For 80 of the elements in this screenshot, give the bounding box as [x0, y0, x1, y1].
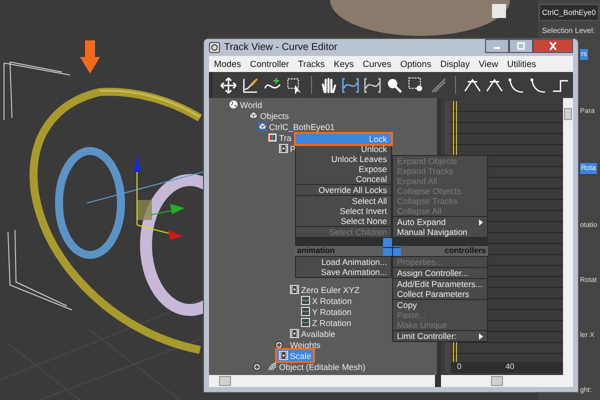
curve-frame-icon[interactable] — [364, 76, 381, 94]
menu-item[interactable]: Tracks — [298, 59, 325, 69]
tree-item[interactable]: Objects — [247, 110, 291, 121]
transform-icon — [268, 133, 277, 142]
ruler-label: 40 — [505, 362, 514, 373]
expand-icon[interactable] — [253, 362, 261, 370]
tree-item[interactable]: Tra — [266, 132, 294, 143]
maximize-icon — [516, 42, 526, 50]
menu-item[interactable]: Override All Locks — [296, 185, 391, 195]
diagonal-line-icon[interactable] — [430, 76, 447, 94]
tangent-icon[interactable] — [486, 76, 503, 94]
menu-item[interactable]: Options — [400, 59, 432, 69]
tree-item[interactable]: P — [277, 143, 298, 154]
hand-icon[interactable] — [320, 76, 337, 94]
menu-item[interactable]: View — [478, 59, 498, 69]
menu-item[interactable]: Display — [440, 59, 470, 69]
tree-item[interactable]: Available — [288, 328, 338, 339]
expand-icon[interactable] — [275, 340, 283, 348]
tree-item[interactable]: X Rotation — [299, 295, 354, 306]
close-icon — [548, 42, 558, 50]
window-title: Track View - Curve Editor — [224, 42, 338, 53]
cube-icon — [249, 111, 258, 120]
menu-item[interactable]: Limit Controller: — [393, 331, 487, 341]
menu-item[interactable]: Auto Expand — [393, 217, 487, 227]
menu-item[interactable]: Manual Navigation — [393, 227, 487, 237]
menu-item[interactable]: Curves — [362, 59, 392, 69]
select-arrow-icon[interactable] — [286, 76, 303, 94]
controller-icon — [279, 351, 288, 360]
menu-item[interactable]: Unlock Leaves — [296, 154, 391, 164]
horizontal-scrollbar[interactable] — [209, 375, 435, 387]
app-icon — [209, 42, 220, 53]
tree-item[interactable]: Z Rotation — [299, 317, 354, 328]
move-keys-icon[interactable] — [220, 76, 237, 94]
annotation-arrow — [80, 40, 100, 74]
close-button[interactable] — [533, 39, 573, 53]
tree-item[interactable]: CtrlC_BothEye01 — [256, 121, 337, 132]
curve-track-icon — [301, 307, 310, 316]
zoom-region-icon[interactable] — [408, 76, 425, 94]
menu-item[interactable]: Unlock — [296, 144, 391, 154]
curve-frame-icon[interactable] — [342, 76, 359, 94]
curve-track-icon — [301, 318, 310, 327]
tree-item[interactable]: World — [227, 99, 264, 110]
mesh-icon — [268, 362, 277, 371]
curve-track-icon — [301, 296, 310, 305]
vertical-scrollbar[interactable] — [563, 98, 573, 375]
menu-item[interactable]: Modes — [214, 59, 242, 69]
tree-item[interactable]: Object (Editable Mesh) — [266, 361, 368, 372]
menu-item[interactable]: Assign Controller... — [393, 268, 487, 278]
controller-icon — [279, 144, 288, 153]
tangent-icon[interactable] — [464, 76, 481, 94]
horizontal-scrollbar[interactable] — [441, 375, 573, 387]
menu-item[interactable]: Utilities — [507, 59, 536, 69]
cube-icon — [258, 122, 267, 131]
menu-item[interactable]: Add/Edit Parameters... — [393, 279, 487, 289]
curve-icon[interactable] — [508, 76, 525, 94]
tree-item[interactable]: Weights — [288, 339, 323, 350]
submenu-arrow-icon — [479, 332, 483, 340]
curve-icon[interactable] — [530, 76, 547, 94]
pencil-curve-icon[interactable] — [242, 76, 259, 94]
menu-item[interactable]: Copy — [393, 300, 487, 310]
tree-item[interactable]: Zero Euler XYZ — [288, 284, 362, 295]
menu-item[interactable]: Save Animation... — [296, 267, 391, 277]
maximize-button[interactable] — [509, 39, 533, 53]
menu-item[interactable]: Keys — [334, 59, 354, 69]
menu-item[interactable]: Select All — [296, 196, 391, 206]
menu-item[interactable]: Controller — [250, 59, 290, 69]
controller-icon — [290, 285, 299, 294]
menu-item[interactable]: Select Invert — [296, 206, 391, 216]
controller-icon — [290, 329, 299, 338]
ruler-label: 0 — [457, 362, 462, 373]
submenu-arrow-icon — [479, 218, 483, 226]
tree-item[interactable]: Y Rotation — [299, 306, 354, 317]
minimize-button[interactable] — [485, 39, 509, 53]
zoom-icon[interactable] — [386, 76, 403, 94]
menu-item[interactable]: Conceal — [296, 174, 391, 184]
menu-item[interactable]: Collect Parameters — [393, 289, 487, 299]
menu-item[interactable]: Expose — [296, 164, 391, 174]
bracket-drawing — [4, 62, 70, 120]
menu-item[interactable]: Select None — [296, 216, 391, 226]
menu-item[interactable]: Load Animation... — [296, 257, 391, 267]
